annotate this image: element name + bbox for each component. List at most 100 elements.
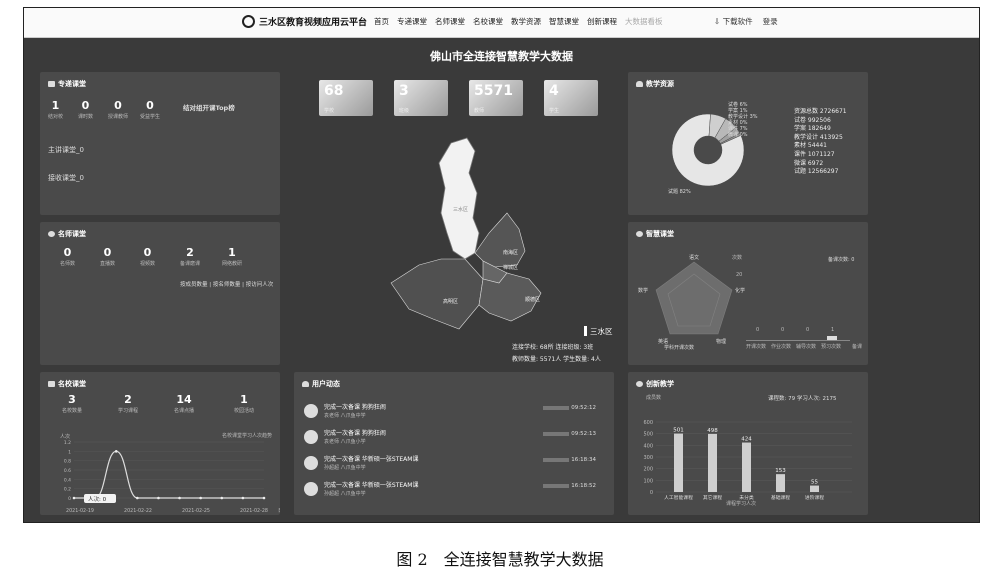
bar-value-label: 501	[673, 428, 684, 434]
stat-value: 1	[240, 393, 248, 406]
feed-time-text: 16:18:52	[571, 483, 596, 489]
tooltip-text: 人次: 0	[88, 495, 107, 503]
data-point[interactable]	[262, 496, 266, 500]
bar[interactable]	[776, 474, 785, 492]
data-point[interactable]	[199, 496, 202, 500]
bar-label: 备课	[852, 344, 863, 350]
platform-logo[interactable]: 三水区教育视频应用云平台	[242, 15, 367, 28]
stat: 3 名校数量	[62, 393, 82, 414]
card-classes[interactable]: 3 班级	[394, 80, 448, 116]
bar[interactable]	[674, 433, 683, 492]
nav-innovation[interactable]: 创新课程	[587, 16, 617, 27]
card-students[interactable]: 4 学生	[544, 80, 598, 116]
user-icon	[302, 381, 309, 387]
panel-title: 名校课堂	[48, 379, 86, 389]
avatar	[304, 482, 318, 496]
bar[interactable]	[742, 442, 751, 492]
logo-icon	[242, 15, 255, 28]
panel-mingshi: 名师课堂 0 名师数 0 直播数 0 视频数 2 备课磨课 1 网络教研 按成员数量 | …	[40, 222, 280, 365]
sort-tabs[interactable]: 按成员数量 | 按名师数量 | 按访问人次	[180, 280, 273, 288]
bar[interactable]	[810, 485, 819, 492]
stat-label: 授课教师	[108, 114, 129, 120]
radar-area	[656, 262, 732, 334]
bulb-icon	[48, 231, 55, 237]
bar-value-label: 55	[811, 480, 818, 486]
bar-value: 0	[806, 327, 810, 333]
avatar	[304, 404, 318, 418]
nav-mingshi[interactable]: 名师课堂	[435, 16, 465, 27]
region-gaoming[interactable]	[390, 258, 484, 330]
x-tick-label: 进阶课程	[805, 494, 824, 501]
feed-user: 孙超超 八爪鱼中学	[324, 465, 366, 471]
selected-region: 三水区	[590, 327, 613, 336]
stat-label: 视频数	[140, 261, 156, 267]
stat-value: 1	[51, 99, 60, 112]
feed-action: 完成一次备课 华新硕一张STEAM课	[324, 456, 419, 463]
login-button[interactable]: 登录	[763, 16, 778, 27]
nav-mingxiao[interactable]: 名校课堂	[473, 16, 503, 27]
chart-legend: 名校课堂学习人次趋势	[222, 432, 272, 439]
stat-value: 2	[186, 246, 194, 259]
redacted-date	[543, 406, 570, 410]
stat: 14 名课点播	[174, 393, 194, 414]
data-point[interactable]	[136, 496, 139, 500]
stat-value: 3	[68, 393, 76, 406]
data-point[interactable]	[178, 496, 181, 500]
feed-user: 孙超超 八爪鱼中学	[324, 491, 366, 497]
nav-zhuandi[interactable]: 专递课堂	[397, 16, 427, 27]
feed-user: 袁老师 八爪鱼中学	[324, 413, 366, 419]
resource-item: 试题 12566297	[794, 168, 839, 176]
y-tick-label: 100	[643, 478, 653, 484]
nav-resources[interactable]: 教学资源	[511, 16, 541, 27]
y-tick-label: 500	[643, 432, 653, 438]
card-teachers[interactable]: 5571 教师	[469, 80, 523, 116]
data-point[interactable]	[93, 496, 97, 500]
data-point[interactable]	[72, 496, 76, 500]
card-label: 学校	[324, 108, 335, 114]
feed-item[interactable]: 完成一次备课 狗狗狂闹 袁老师 八爪鱼小学 09:52:13	[304, 428, 596, 450]
feed-item[interactable]: 完成一次备课 华新硕一张STEAM课 孙超超 八爪鱼中学 16:18:52	[304, 480, 596, 502]
data-point[interactable]	[241, 496, 245, 500]
innovation-y-title: 成员数	[646, 395, 662, 401]
bar[interactable]	[708, 433, 717, 492]
panel-zhihui: 智慧课堂 语文 数学 英语 物理 化学 学科开课次数 次数 20 备课次数: 0…	[628, 222, 868, 365]
figure-caption: 图 2 全连接智慧教学大数据	[396, 550, 604, 569]
stat-label: 学习课程	[118, 408, 139, 414]
y-tick-label: 600	[643, 420, 653, 426]
region-sanshui[interactable]	[438, 137, 480, 260]
panel-zhuandi: 专递课堂 1 结对校 0 课时数 0 授课教师 0 受益学生 结对组开课Top榜 主讲课…	[40, 72, 280, 215]
resource-item: 资源总数 2726671	[794, 108, 847, 115]
y-tick-label: 0.8	[64, 459, 71, 465]
stat-value: 0	[143, 246, 152, 259]
feed-action: 完成一次备课 华新硕一张STEAM课	[324, 482, 419, 489]
pie-big-label: 试题 82%	[668, 189, 691, 195]
download-button[interactable]: ⇩ 下载软件	[714, 16, 753, 27]
feed-time: 16:18:52	[543, 483, 596, 489]
card-schools[interactable]: 68 学校	[319, 80, 373, 116]
data-point[interactable]	[220, 496, 224, 500]
monitor-icon	[48, 81, 55, 87]
radar-axis-label: 化学	[735, 287, 745, 294]
region-nanhai[interactable]	[474, 212, 526, 268]
resource-item: 素材 54441	[794, 142, 827, 150]
avatar	[304, 430, 318, 444]
stat: 0 受益学生	[140, 99, 160, 120]
nav-right: ⇩ 下载软件 登录	[714, 16, 778, 27]
bar-label: 作业次数	[771, 344, 792, 350]
feed-item[interactable]: 完成一次备课 华新硕一张STEAM课 孙超超 八爪鱼中学 16:18:34	[304, 454, 596, 476]
nav-home[interactable]: 首页	[374, 16, 389, 27]
nav-zhihui[interactable]: 智慧课堂	[549, 16, 579, 27]
data-point[interactable]	[114, 450, 118, 453]
stat-label: 结对校	[48, 114, 64, 120]
stat-value: 2	[124, 393, 132, 406]
stat: 1 校园活动	[234, 393, 254, 414]
y-tick-label: 400	[643, 443, 653, 449]
top-navigation: 三水区教育视频应用云平台 首页 专递课堂 名师课堂 名校课堂 教学资源 智慧课堂…	[24, 8, 979, 38]
panel-title-text: 名校课堂	[58, 380, 86, 388]
data-point[interactable]	[157, 496, 160, 500]
nav-bigdata[interactable]: 大数据看板	[625, 16, 663, 27]
feed-item[interactable]: 完成一次备课 狗狗狂闹 袁老师 八爪鱼中学 09:52:12	[304, 402, 596, 424]
stat-label: 直播数	[100, 261, 116, 267]
feed-time-text: 09:52:12	[571, 405, 596, 411]
stat: 2 学习课程	[118, 393, 138, 414]
